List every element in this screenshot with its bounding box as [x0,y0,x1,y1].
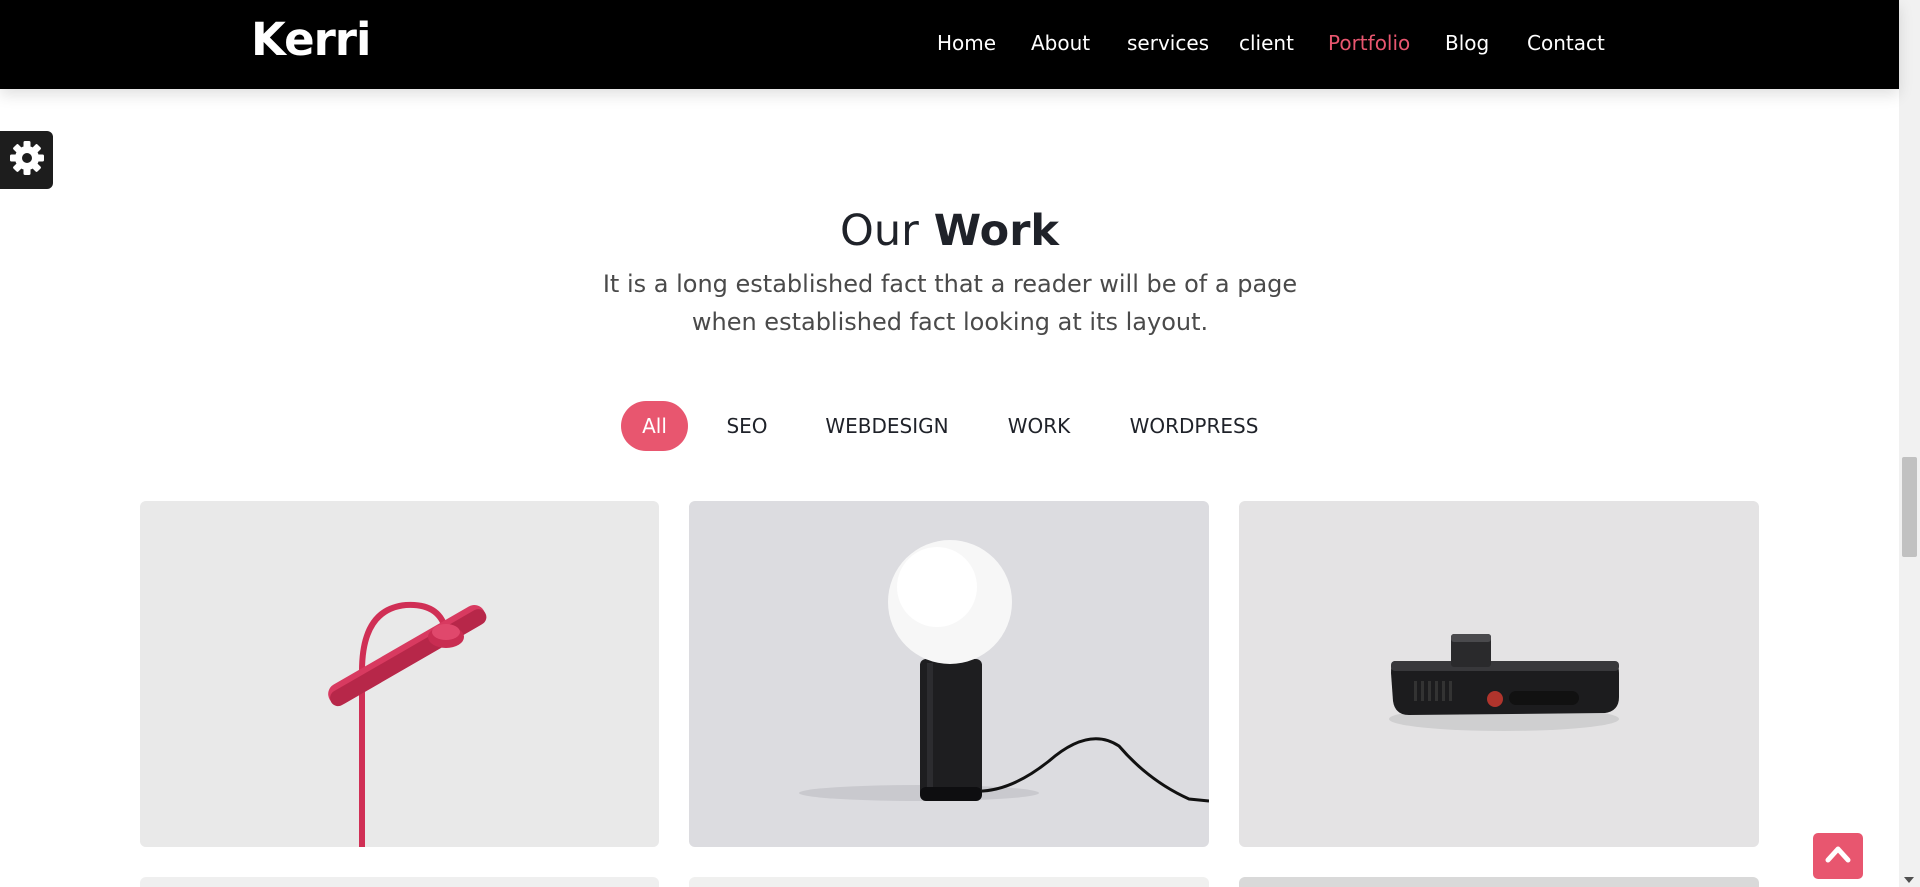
portfolio-item-row2-3[interactable] [1239,877,1759,887]
section-title: Our Work [0,205,1899,257]
nav-item-contact[interactable]: Contact [1527,31,1605,55]
nav-item-about[interactable]: About [1031,31,1090,55]
black-camera-device-image [1239,501,1759,847]
red-desk-lamp-image [140,501,659,847]
section-title-bold: Work [933,206,1059,256]
filter-seo[interactable]: SEO [715,401,779,451]
portfolio-item-camera[interactable] [1239,501,1759,847]
filter-work[interactable]: WORK [998,401,1080,451]
section-subtitle: It is a long established fact that a rea… [602,270,1298,336]
section-title-light: Our [839,206,919,256]
portfolio-item-globe-lamp[interactable] [689,501,1209,847]
nav-item-services[interactable]: services [1127,31,1209,55]
scroll-down-arrow-icon[interactable] [1904,877,1914,883]
back-to-top-button[interactable] [1813,833,1863,879]
nav-item-client[interactable]: client [1239,31,1294,55]
portfolio-item-row2-1[interactable] [140,877,659,887]
globe-table-lamp-image [689,501,1209,847]
nav-item-portfolio[interactable]: Portfolio [1328,31,1410,55]
gear-icon [9,140,45,180]
page-scrollbar[interactable] [1899,0,1920,887]
settings-toggle-button[interactable] [0,131,53,189]
scrollbar-thumb[interactable] [1902,457,1917,557]
top-navbar: Kerri Home About services client Portfol… [0,0,1899,89]
filter-all[interactable]: All [621,401,688,451]
portfolio-item-row2-2[interactable] [689,877,1209,887]
nav-item-home[interactable]: Home [937,31,996,55]
site-logo[interactable]: Kerri [251,17,371,62]
chevron-up-icon [1825,844,1851,868]
filter-webdesign[interactable]: WEBDESIGN [819,401,955,451]
filter-wordpress[interactable]: WORDPRESS [1124,401,1264,451]
nav-item-blog[interactable]: Blog [1445,31,1489,55]
portfolio-item-red-lamp[interactable] [140,501,659,847]
